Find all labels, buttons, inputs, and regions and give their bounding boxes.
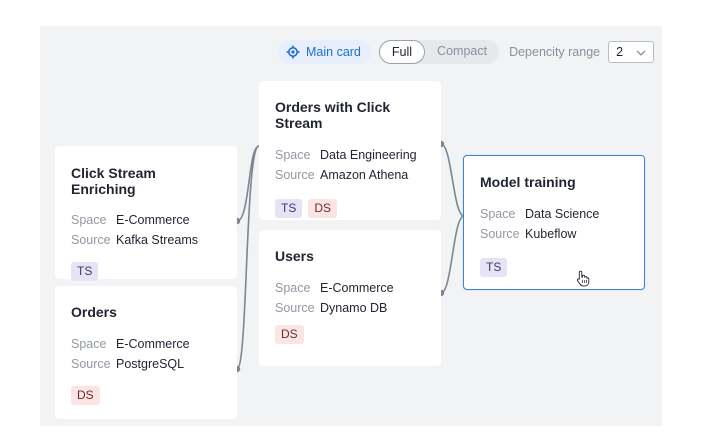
tag-ds: DS (308, 199, 338, 218)
source-value: PostgreSQL (116, 357, 185, 371)
tag-ts: TS (480, 258, 508, 277)
space-value: E-Commerce (320, 281, 394, 295)
source-value: Dynamo DB (320, 301, 388, 315)
card-meta: Space Data Science Source Kubeflow (480, 204, 628, 244)
node-card-orders[interactable]: Orders Space E-Commerce Source PostgreSQL … (55, 286, 237, 419)
card-title: Model training (480, 174, 576, 190)
source-value: Kafka Streams (116, 233, 198, 247)
tag-ts: TS (71, 262, 99, 281)
space-value: Data Engineering (320, 148, 417, 162)
node-card-orders-with-click-stream[interactable]: Orders with Click Stream Space Data Engin… (259, 81, 441, 220)
card-meta: Space E-Commerce Source Dynamo DB (275, 278, 425, 318)
space-value: Data Science (525, 207, 600, 221)
node-card-users[interactable]: Users Space E-Commerce Source Dynamo DB DS (259, 230, 441, 366)
edge-orders-to-orders-click (236, 145, 260, 370)
card-tags: DS (275, 325, 425, 344)
card-title: Click Stream Enriching (71, 165, 156, 197)
card-meta: Space E-Commerce Source Kafka Streams (71, 210, 221, 250)
space-label: Space (71, 337, 107, 351)
source-label: Source (275, 168, 315, 182)
card-tags: TS (71, 262, 221, 281)
space-label: Space (275, 148, 311, 162)
node-card-click-stream-enriching[interactable]: Click Stream Enriching Space E-Commerce S… (55, 146, 237, 281)
edge-users-to-model (440, 215, 465, 294)
source-value: Amazon Athena (320, 168, 409, 182)
hand-pointer-icon (576, 270, 590, 292)
card-tags: TS DS (275, 199, 425, 218)
card-tags: DS (71, 386, 221, 405)
space-value: E-Commerce (116, 337, 190, 351)
space-label: Space (71, 213, 107, 227)
space-label: Space (275, 281, 311, 295)
edge-orders-click-to-model (440, 143, 465, 217)
tag-ds: DS (275, 325, 304, 344)
card-title: Orders with Click Stream (275, 99, 391, 131)
tag-ts: TS (275, 199, 303, 218)
tag-ds: DS (71, 386, 100, 405)
card-title: Orders (71, 304, 117, 320)
node-card-model-training[interactable]: Model training Space Data Science Source K… (463, 155, 645, 290)
space-label: Space (480, 207, 516, 221)
card-tags: TS (480, 258, 628, 277)
source-value: Kubeflow (525, 227, 577, 241)
card-meta: Space E-Commerce Source PostgreSQL (71, 334, 221, 374)
space-value: E-Commerce (116, 213, 190, 227)
source-label: Source (480, 227, 520, 241)
source-label: Source (71, 357, 111, 371)
source-label: Source (71, 233, 111, 247)
card-title: Users (275, 248, 314, 264)
source-label: Source (275, 301, 315, 315)
lineage-canvas[interactable]: Main card Full Compact Depencity range 2 (40, 26, 662, 426)
edge-click-stream-to-orders-click (236, 145, 260, 222)
card-meta: Space Data Engineering Source Amazon Athen… (275, 145, 425, 185)
